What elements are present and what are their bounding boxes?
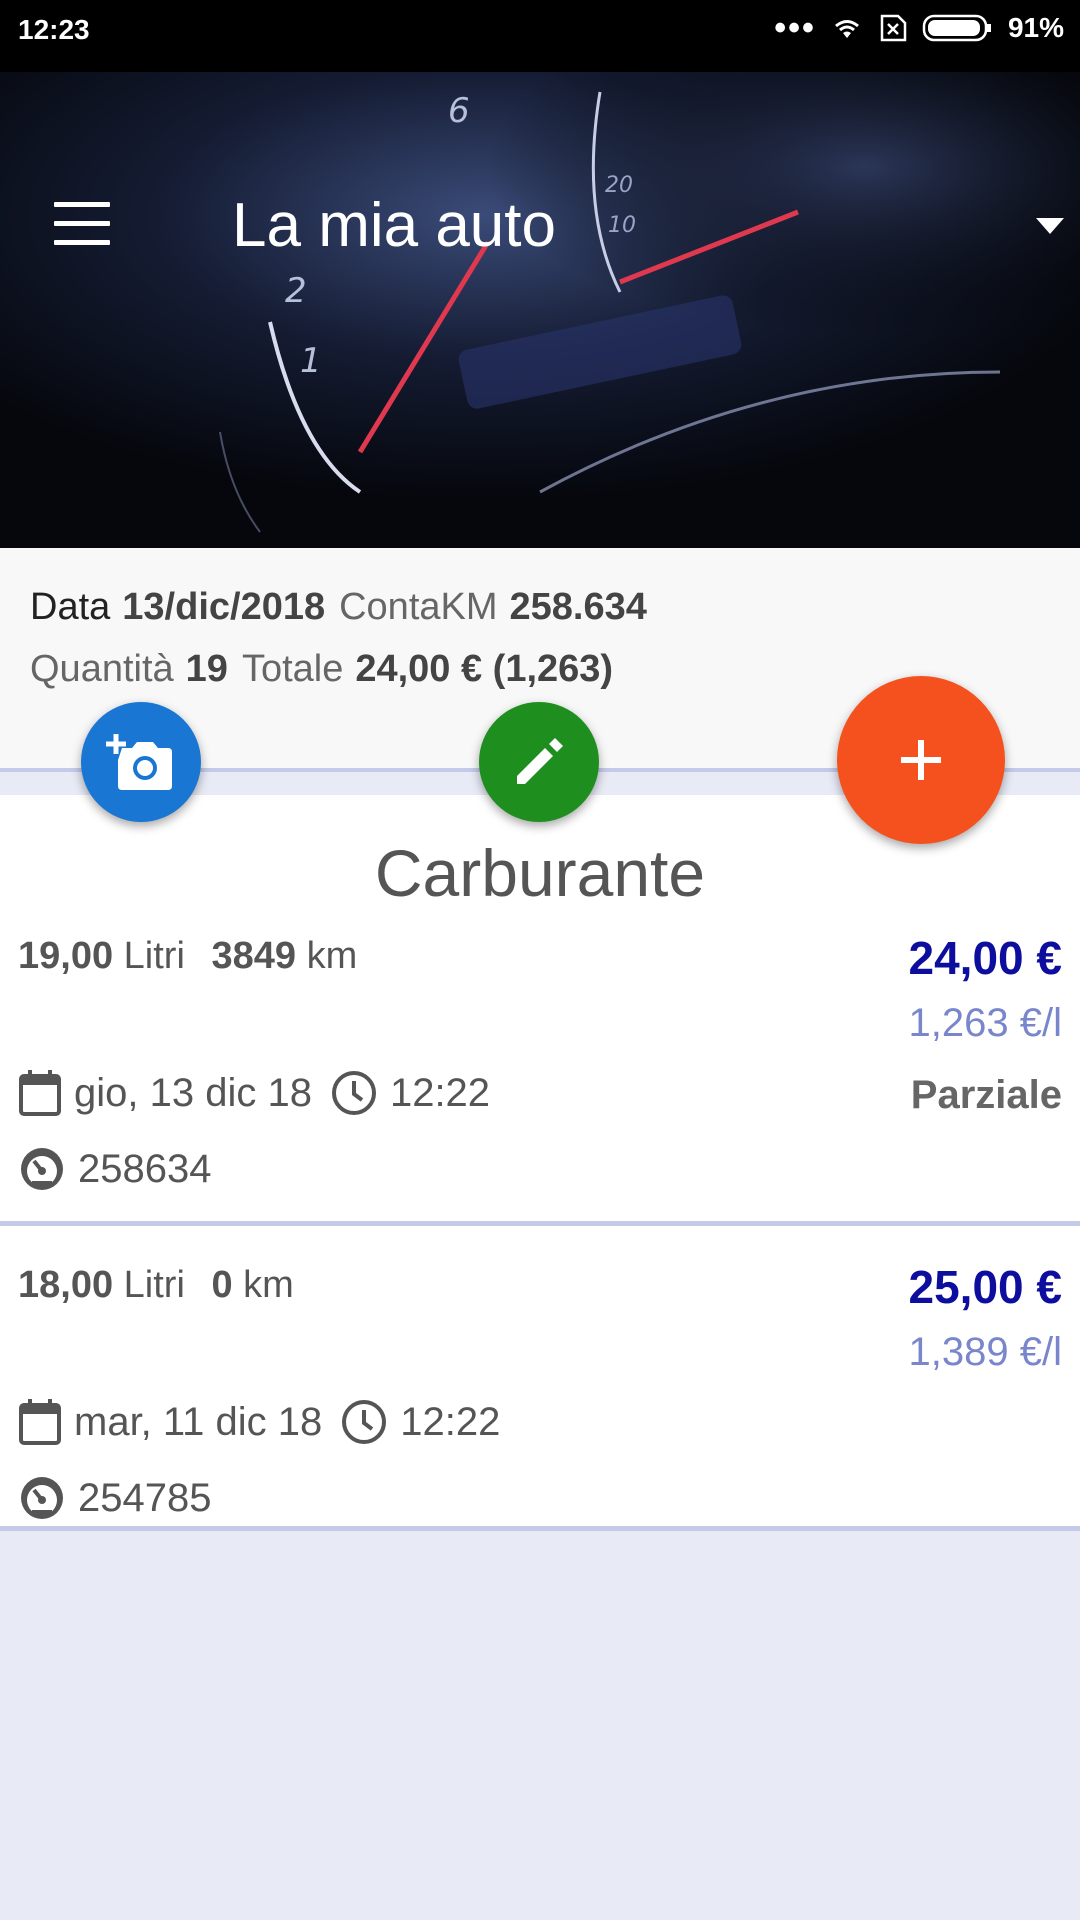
entry-quantity: 18,00 Litri 0 km — [18, 1264, 294, 1307]
calendar-icon — [19, 1399, 61, 1445]
distance-value: 0 — [211, 1264, 233, 1306]
svg-text:20: 20 — [605, 173, 633, 198]
entry-unit-price: 1,263 €/l — [908, 1001, 1062, 1045]
odometer-reading: 258634 — [78, 1146, 212, 1191]
entry-odometer: 258634 — [18, 1145, 211, 1193]
speedometer-icon — [21, 1477, 63, 1519]
edit-button[interactable] — [479, 702, 599, 822]
section-title: Carburante — [374, 836, 706, 910]
distance-value: 3849 — [211, 935, 296, 977]
list-item[interactable]: 18,00 Litri 0 km 25,00 € 1,389 €/l mar, … — [0, 1226, 1080, 1531]
header-background-image: 2 1 6 20 10 — [0, 72, 1080, 548]
quantity-value: 19,00 — [18, 935, 114, 977]
svg-text:10: 10 — [608, 213, 636, 238]
quantity-label: Quantità — [30, 648, 174, 690]
dropdown-arrow-icon[interactable] — [1034, 214, 1066, 238]
date-label: Data — [30, 586, 111, 628]
quantity-value: 18,00 — [18, 1264, 114, 1306]
entry-time: 12:22 — [400, 1399, 501, 1444]
quantity-unit: Litri — [123, 1264, 185, 1306]
entry-datetime: mar, 11 dic 18 12:22 — [18, 1398, 500, 1446]
distance-unit: km — [243, 1264, 294, 1306]
summary-row-quantity: Quantità 19 Totale 24,00 € (1,263) — [30, 648, 627, 691]
sim-icon — [880, 14, 907, 42]
battery-level: 91% — [1007, 12, 1064, 43]
entry-datetime: gio, 13 dic 18 12:22 — [18, 1069, 490, 1117]
add-button[interactable] — [837, 676, 1005, 844]
svg-text:6: 6 — [448, 91, 470, 131]
wifi-icon — [835, 20, 859, 38]
total-label: Totale — [241, 648, 344, 690]
add-photo-icon — [106, 734, 172, 790]
entry-unit-price: 1,389 €/l — [908, 1330, 1062, 1374]
odometer-label: ContaKM — [339, 586, 498, 628]
entry-date: gio, 13 dic 18 — [74, 1070, 312, 1115]
quantity-value: 19 — [185, 648, 228, 690]
more-notifications-icon: ••• — [774, 9, 816, 47]
calendar-icon — [19, 1070, 61, 1116]
entry-odometer: 254785 — [18, 1474, 211, 1522]
total-value: 24,00 € (1,263) — [355, 648, 614, 690]
status-bar: 12:23 ••• 91% — [0, 0, 1080, 72]
add-icon — [901, 740, 941, 780]
svg-text:2: 2 — [285, 271, 307, 311]
entry-quantity: 19,00 Litri 3849 km — [18, 935, 357, 978]
entry-time: 12:22 — [389, 1070, 491, 1115]
battery-icon — [922, 14, 991, 42]
distance-unit: km — [306, 935, 358, 977]
odometer-reading: 254785 — [78, 1475, 212, 1520]
entry-price: 25,00 € — [908, 1261, 1062, 1313]
status-time: 12:23 — [18, 14, 90, 45]
quantity-unit: Litri — [123, 935, 185, 977]
app-title: La mia auto — [232, 191, 556, 260]
entry-date: mar, 11 dic 18 — [74, 1399, 323, 1444]
clock-icon — [342, 1400, 387, 1444]
entry-price: 24,00 € — [908, 932, 1062, 984]
odometer-value: 258.634 — [509, 586, 647, 628]
edit-icon — [517, 738, 563, 784]
entry-type: Parziale — [910, 1073, 1062, 1117]
svg-text:1: 1 — [300, 341, 322, 381]
summary-row-date: Data 13/dic/2018 ContaKM 258.634 — [30, 586, 661, 629]
add-photo-button[interactable] — [81, 702, 201, 822]
header: 2 1 6 20 10 La mia auto — [0, 72, 1080, 548]
date-value: 13/dic/2018 — [122, 586, 326, 628]
speedometer-icon — [21, 1148, 63, 1190]
clock-icon — [331, 1071, 376, 1115]
menu-icon[interactable] — [54, 202, 110, 246]
